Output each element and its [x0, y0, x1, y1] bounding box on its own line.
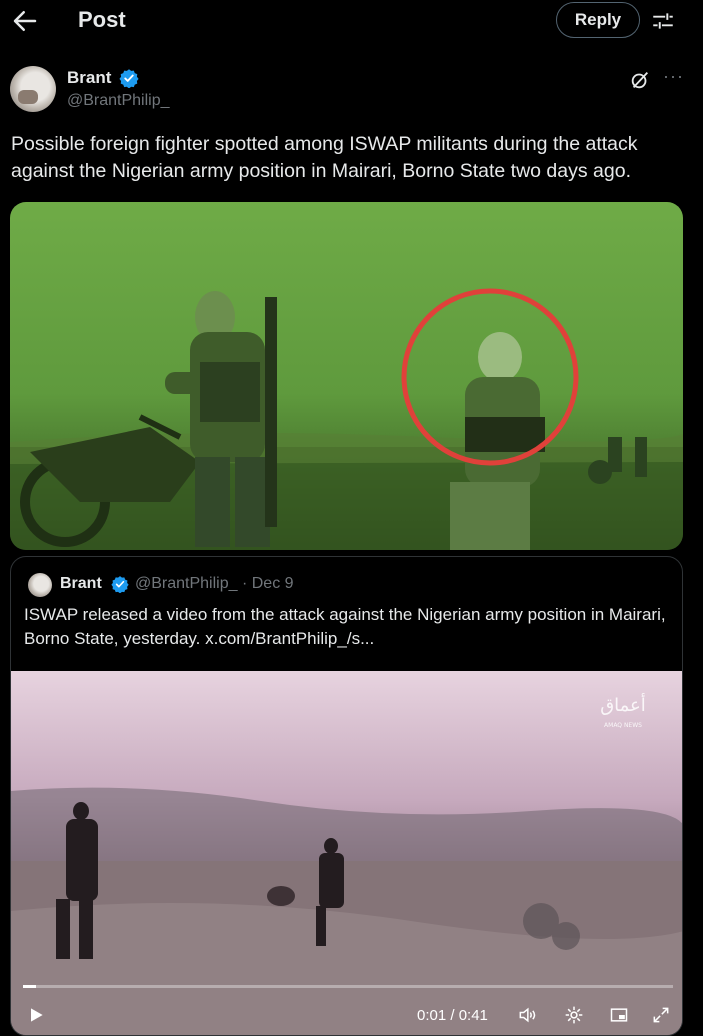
video-watermark-sub: AMAQ NEWS: [604, 722, 642, 729]
verified-badge-icon: [119, 69, 139, 88]
grok-icon[interactable]: [629, 69, 651, 91]
picture-in-picture-icon[interactable]: [609, 1005, 629, 1025]
fullscreen-icon[interactable]: [651, 1005, 671, 1025]
quoted-post[interactable]: Brant @BrantPhilip_ · Dec 9 ISWAP releas…: [10, 556, 683, 1036]
post-image[interactable]: [10, 202, 683, 550]
quoted-handle-date: @BrantPhilip_ · Dec 9: [135, 575, 294, 592]
volume-icon[interactable]: [517, 1005, 537, 1025]
avatar[interactable]: [10, 66, 56, 112]
gear-icon[interactable]: [564, 1005, 584, 1025]
quoted-author-name: Brant: [60, 575, 102, 592]
sliders-icon[interactable]: [650, 8, 676, 34]
video-progress-fill: [23, 985, 36, 988]
author-handle[interactable]: @BrantPhilip_: [67, 92, 170, 110]
more-icon[interactable]: ···: [663, 66, 684, 87]
video-watermark: أعماق: [600, 693, 646, 716]
post-text: Possible foreign fighter spotted among I…: [11, 133, 638, 182]
avatar[interactable]: [28, 573, 52, 597]
arrow-left-icon[interactable]: [10, 6, 40, 36]
top-bar: Post Reply: [0, 0, 703, 44]
reply-button[interactable]: Reply: [556, 2, 640, 38]
video-time: 0:01 / 0:41: [417, 1007, 488, 1024]
author-name[interactable]: Brant: [67, 68, 111, 88]
quoted-text: ISWAP released a video from the attack a…: [24, 605, 666, 648]
video-progress-bar[interactable]: [23, 985, 673, 988]
verified-badge-icon: [111, 576, 129, 593]
page-title: Post: [78, 7, 126, 32]
play-icon[interactable]: [26, 1005, 46, 1025]
video-player[interactable]: أعماق AMAQ NEWS: [11, 671, 682, 1035]
